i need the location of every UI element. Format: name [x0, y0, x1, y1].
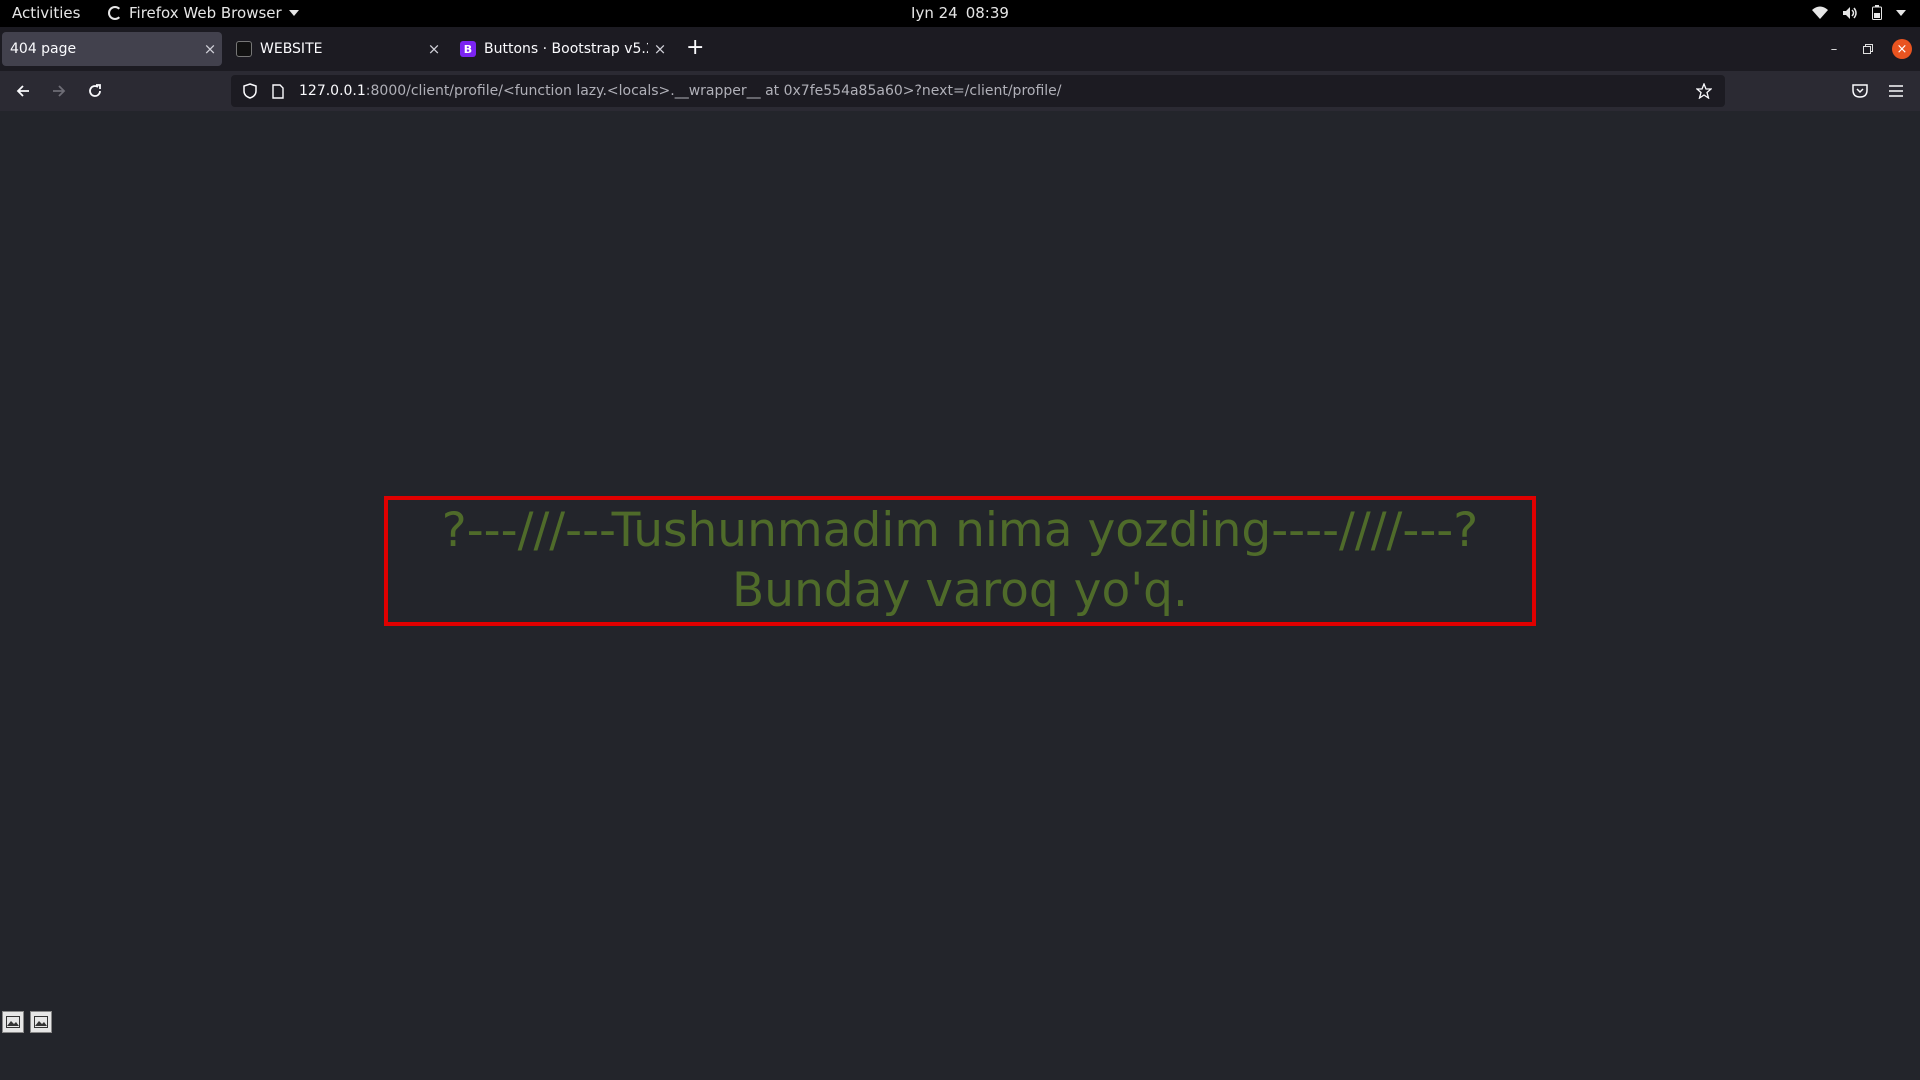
tab-404-page[interactable]: 404 page × [2, 32, 222, 66]
clock[interactable]: Iyn 24 08:39 [0, 4, 1920, 22]
menu-button[interactable] [1886, 81, 1906, 101]
tab-strip: 404 page × WEBSITE × B Buttons · Bootstr… [0, 27, 1920, 71]
url-path: :8000/client/profile/<function lazy.<loc… [365, 83, 1062, 99]
reload-button[interactable] [84, 80, 106, 102]
volume-icon [1843, 6, 1857, 19]
reload-icon [89, 84, 101, 97]
bootstrap-icon: B [460, 41, 476, 57]
terminal-icon [236, 41, 252, 57]
page-info-icon[interactable] [269, 82, 287, 100]
bookmark-star-icon[interactable] [1693, 83, 1715, 99]
image-icon[interactable] [2, 1011, 24, 1033]
bottom-left-icons [2, 1011, 52, 1033]
hamburger-icon [1889, 85, 1903, 97]
image-icon[interactable] [30, 1011, 52, 1033]
url-bar[interactable]: 127.0.0.1:8000/client/profile/<function … [231, 75, 1725, 107]
back-button[interactable] [12, 80, 34, 102]
tab-close-icon[interactable]: × [648, 40, 672, 58]
tab-website[interactable]: WEBSITE × [226, 32, 446, 66]
tab-bootstrap-buttons[interactable]: B Buttons · Bootstrap v5.2 × [450, 32, 672, 66]
battery-icon [1872, 5, 1882, 20]
close-window-button[interactable]: × [1892, 39, 1912, 59]
back-arrow-icon [16, 85, 29, 97]
forward-arrow-icon [53, 85, 66, 97]
shield-icon[interactable] [241, 82, 259, 100]
new-tab-button[interactable]: + [686, 37, 704, 59]
minimize-button[interactable]: – [1824, 39, 1844, 59]
forward-button[interactable] [48, 80, 70, 102]
url-text[interactable]: 127.0.0.1:8000/client/profile/<function … [299, 83, 1693, 99]
tab-close-icon[interactable]: × [198, 40, 222, 58]
not-found-message-line-1: ?---///---Tushunmadim nima yozding----//… [441, 503, 1479, 558]
tab-title: WEBSITE [260, 41, 323, 57]
system-top-bar: Activities Firefox Web Browser Iyn 24 08:… [0, 0, 1920, 27]
wifi-icon [1812, 6, 1828, 19]
navigation-bar: 127.0.0.1:8000/client/profile/<function … [0, 71, 1920, 111]
not-found-message-box: ?---///---Tushunmadim nima yozding----//… [384, 496, 1536, 626]
clock-date: Iyn 24 [911, 4, 958, 22]
tab-title: Buttons · Bootstrap v5.2 [484, 41, 648, 57]
chevron-down-icon [1896, 9, 1906, 16]
tab-title: 404 page [10, 41, 77, 57]
restore-button[interactable] [1858, 39, 1878, 59]
tab-close-icon[interactable]: × [422, 40, 446, 58]
restore-icon [1863, 44, 1873, 54]
system-tray[interactable] [1812, 5, 1906, 20]
page-content: ?---///---Tushunmadim nima yozding----//… [0, 111, 1920, 1080]
url-host: 127.0.0.1 [299, 83, 366, 99]
pocket-icon [1852, 84, 1868, 98]
not-found-message-line-2: Bunday varoq yo'q. [732, 563, 1188, 618]
pocket-button[interactable] [1850, 81, 1870, 101]
clock-time: 08:39 [965, 4, 1009, 22]
